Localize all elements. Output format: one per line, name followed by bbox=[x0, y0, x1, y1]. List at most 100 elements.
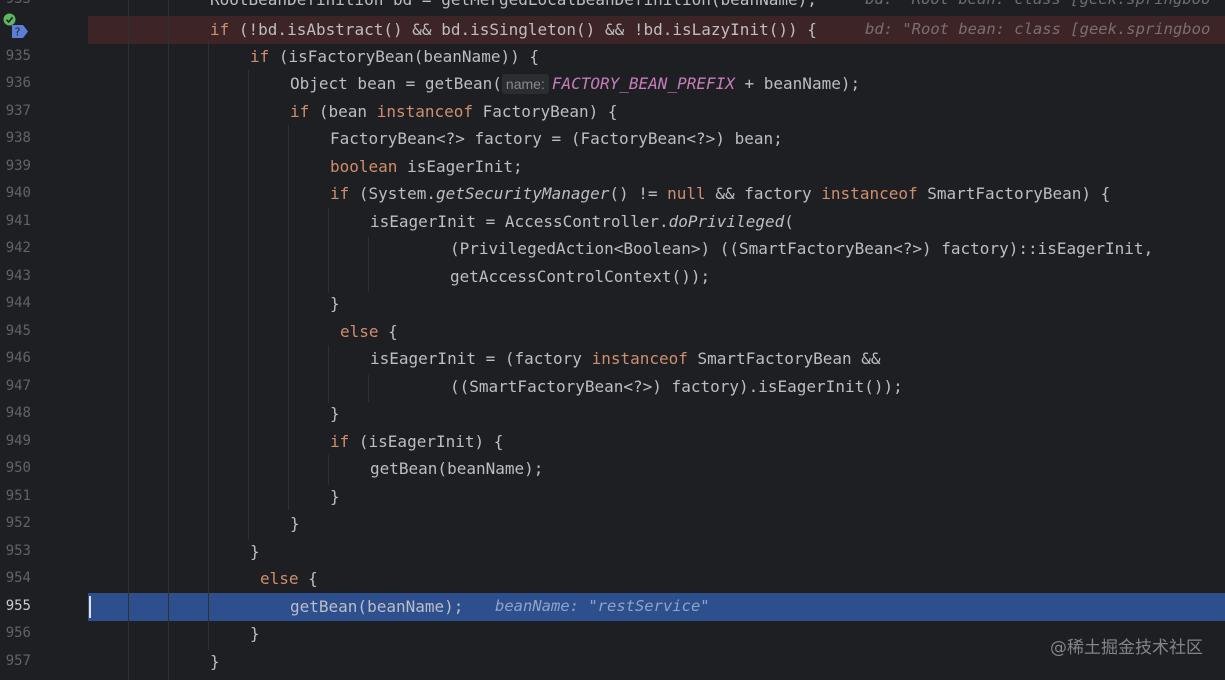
breakpoint-line[interactable]: if (!bd.isAbstract() && bd.isSingleton()… bbox=[0, 16, 1225, 44]
code-line[interactable]: 953 } bbox=[0, 538, 1225, 566]
code-text: isEagerInit = (factory instanceof SmartF… bbox=[370, 345, 881, 373]
code-text: getBean(beanName); bbox=[290, 597, 464, 616]
code-text: if (!bd.isAbstract() && bd.isSingleton()… bbox=[210, 16, 817, 44]
code-fragment: { bbox=[378, 322, 398, 341]
code-line[interactable]: 948 } bbox=[0, 400, 1225, 428]
code-line[interactable]: 947 ((SmartFactoryBean<?>) factory).isEa… bbox=[0, 373, 1225, 401]
code-fragment: (isEagerInit) { bbox=[349, 432, 504, 451]
code-line[interactable]: 936 Object bean = getBean(name: FACTORY_B… bbox=[0, 70, 1225, 98]
code-line[interactable]: 935 if (isFactoryBean(beanName)) { bbox=[0, 43, 1225, 71]
line-number: 943 bbox=[5, 268, 31, 284]
code-line[interactable]: 938 FactoryBean<?> factory = (FactoryBea… bbox=[0, 125, 1225, 153]
keyword: boolean bbox=[330, 157, 398, 176]
text-caret bbox=[89, 596, 91, 618]
line-number: 953 bbox=[5, 543, 31, 559]
line-number: 944 bbox=[5, 295, 31, 311]
indent-guide bbox=[328, 455, 329, 485]
line-number: 957 bbox=[5, 653, 31, 669]
code-fragment: SmartFactoryBean && bbox=[687, 349, 881, 368]
code-text: } bbox=[210, 652, 220, 671]
code-line[interactable]: 933 RootBeanDefinition bd = getMergedLoc… bbox=[0, 0, 1225, 14]
code-fragment: + beanName); bbox=[734, 74, 861, 93]
code-line[interactable]: 957 } bbox=[0, 648, 1225, 676]
line-number: 941 bbox=[5, 213, 31, 229]
debug-inline-value: bd: "Root bean: class [geek.springboo bbox=[865, 0, 1210, 14]
code-line[interactable]: 943 getAccessControlContext()); bbox=[0, 263, 1225, 291]
code-text: } bbox=[250, 542, 260, 561]
code-editor[interactable]: 933 RootBeanDefinition bd = getMergedLoc… bbox=[0, 0, 1225, 680]
indent-guide bbox=[288, 125, 289, 510]
keyword: if bbox=[330, 184, 350, 203]
static-method: doPrivileged bbox=[668, 212, 785, 231]
line-number: 933 bbox=[0, 0, 31, 14]
code-fragment: isEagerInit = (factory bbox=[370, 349, 592, 368]
line-number: 937 bbox=[5, 103, 31, 119]
keyword: instanceof bbox=[376, 102, 474, 121]
code-line[interactable]: 944 } bbox=[0, 290, 1225, 318]
code-line[interactable]: 949 if (isEagerInit) { bbox=[0, 428, 1225, 456]
code-line[interactable]: 942 (PrivilegedAction<Boolean>) ((SmartF… bbox=[0, 235, 1225, 263]
code-text: if (bean instanceof FactoryBean) { bbox=[290, 98, 618, 126]
line-number: 949 bbox=[5, 433, 31, 449]
line-number: 945 bbox=[5, 323, 31, 339]
code-fragment: FactoryBean) { bbox=[473, 102, 618, 121]
indent-guide bbox=[368, 237, 369, 292]
indent-guide bbox=[368, 375, 369, 402]
code-text: Object bean = getBean(name: FACTORY_BEAN_… bbox=[290, 70, 860, 98]
indent-guide bbox=[328, 345, 329, 403]
indent-guide bbox=[328, 208, 329, 293]
debug-inline-value: beanName: "restService" bbox=[495, 597, 710, 615]
code-text: getAccessControlContext()); bbox=[450, 267, 711, 286]
keyword: else bbox=[260, 569, 299, 588]
line-number: 936 bbox=[5, 75, 31, 91]
indent-guide bbox=[248, 70, 249, 540]
watermark: @稀土掘金技术社区 bbox=[1050, 638, 1203, 658]
code-text: } bbox=[330, 404, 340, 423]
line-number: 942 bbox=[5, 240, 31, 256]
code-line[interactable]: 941 isEagerInit = AccessController.doPri… bbox=[0, 208, 1225, 236]
execution-point-line[interactable]: 955 getBean(beanName); beanName: "restSe… bbox=[0, 593, 1225, 621]
line-number: 951 bbox=[5, 488, 31, 504]
code-line[interactable]: 956 } bbox=[0, 620, 1225, 648]
code-text: else { bbox=[340, 318, 398, 346]
code-line[interactable]: 954 else { bbox=[0, 565, 1225, 593]
keyword: else bbox=[340, 322, 379, 341]
indent-guide bbox=[208, 40, 209, 650]
static-method: getSecurityManager bbox=[435, 184, 610, 203]
code-line[interactable]: 951 } bbox=[0, 483, 1225, 511]
keyword: if bbox=[210, 20, 230, 39]
keyword: null bbox=[667, 184, 706, 203]
parameter-hint: name: bbox=[501, 74, 549, 94]
code-line[interactable]: 939 boolean isEagerInit; bbox=[0, 153, 1225, 181]
code-line[interactable]: 950 getBean(beanName); bbox=[0, 455, 1225, 483]
code-fragment: Object bean = getBean( bbox=[290, 74, 502, 93]
code-fragment: { bbox=[298, 569, 318, 588]
code-text: if (System.getSecurityManager() != null … bbox=[330, 180, 1110, 208]
code-text: (PrivilegedAction<Boolean>) ((SmartFacto… bbox=[450, 239, 1154, 258]
code-line[interactable]: 952 } bbox=[0, 510, 1225, 538]
code-fragment: () != bbox=[609, 184, 668, 203]
code-fragment: (!bd.isAbstract() && bd.isSingleton() &&… bbox=[229, 20, 817, 39]
line-number: 954 bbox=[5, 570, 31, 586]
code-text: if (isFactoryBean(beanName)) { bbox=[250, 43, 539, 71]
keyword: instanceof bbox=[591, 349, 688, 368]
code-line[interactable]: 940 if (System.getSecurityManager() != n… bbox=[0, 180, 1225, 208]
keyword: if bbox=[330, 432, 350, 451]
code-text: else { bbox=[260, 565, 318, 593]
keyword: if bbox=[290, 102, 310, 121]
indent-guide bbox=[168, 0, 169, 680]
line-number: 946 bbox=[5, 350, 31, 366]
code-line[interactable]: 937 if (bean instanceof FactoryBean) { bbox=[0, 98, 1225, 126]
code-line[interactable]: 945 else { bbox=[0, 318, 1225, 346]
code-text: } bbox=[330, 487, 340, 506]
breakpoint-icon[interactable]: ? bbox=[10, 23, 29, 40]
code-text: ((SmartFactoryBean<?>) factory).isEagerI… bbox=[450, 377, 903, 396]
code-fragment: (System. bbox=[349, 184, 436, 203]
svg-text:?: ? bbox=[15, 26, 21, 39]
line-number: 956 bbox=[5, 625, 31, 641]
line-number: 952 bbox=[5, 515, 31, 531]
keyword: if bbox=[250, 47, 270, 66]
code-fragment: ( bbox=[784, 212, 794, 231]
line-number: 940 bbox=[5, 185, 31, 201]
code-line[interactable]: 946 isEagerInit = (factory instanceof Sm… bbox=[0, 345, 1225, 373]
